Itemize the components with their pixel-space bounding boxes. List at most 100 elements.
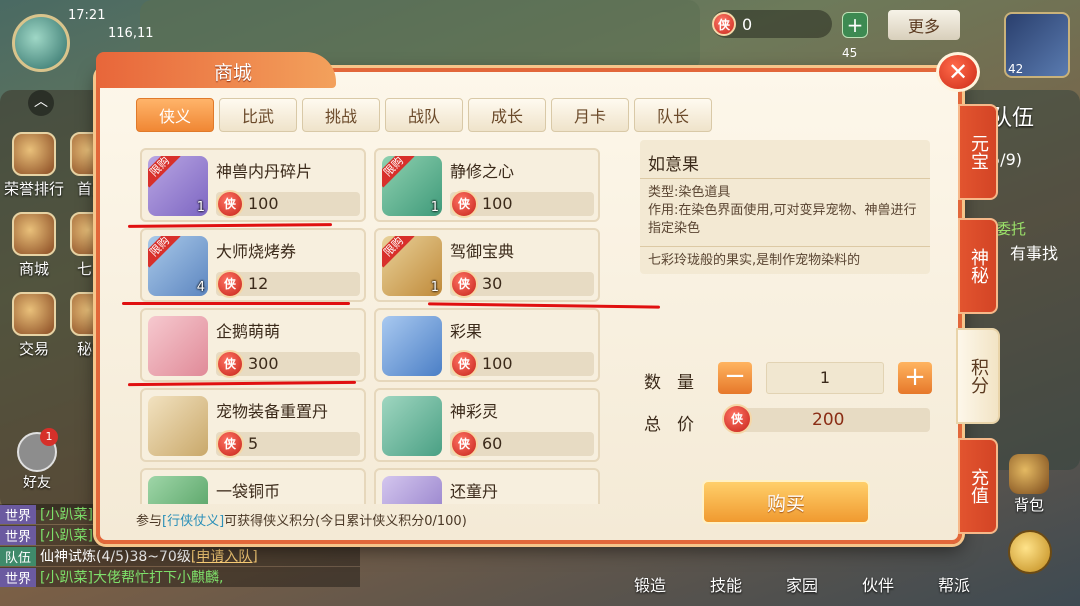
copper-coin-bag-icon [148,476,208,504]
item-price: 5 [248,434,259,453]
shop-icon [12,212,56,256]
tab-duizhang[interactable]: 队长 [634,98,712,132]
divider [640,246,930,247]
points-hint-suffix: 可获得侠义积分(今日累计侠义积分0/100) [224,514,467,529]
tab-chengzhang[interactable]: 成长 [468,98,546,132]
tab-zhandui[interactable]: 战队 [385,98,463,132]
bbq-voucher-icon: 限购 4 [148,236,208,296]
close-button[interactable]: ✕ [936,52,980,92]
chat-text: 仙神试炼(4/5)38~70级 [40,549,191,565]
buy-button[interactable]: 购买 [702,480,870,524]
colorful-fruit-icon [382,316,442,376]
side-item-label: 交易 [18,340,49,358]
chat-line: 队伍 仙神试炼(4/5)38~70级 [申请入队] [0,546,360,566]
nav-home[interactable]: 家园 [786,572,818,596]
tab-xiayi[interactable]: 侠义 [136,98,214,132]
xiayi-token-icon: 侠 [712,12,736,36]
item-quantity: 1 [430,280,439,295]
item-name: 静修之心 [450,162,515,181]
xiayi-token-icon: 侠 [450,350,478,378]
quantity-input[interactable]: 1 [766,362,884,394]
points-hint-prefix: 参与 [136,514,163,529]
divider [640,178,930,179]
item-name: 神彩灵 [450,402,499,421]
item-quantity: 1 [196,200,205,215]
nav-skills[interactable]: 技能 [710,572,742,596]
join-team-link[interactable]: [申请入队] [191,546,258,566]
main-menu-swirl-icon[interactable] [1008,530,1052,574]
xiayi-token-icon: 侠 [216,190,244,218]
side-item-trade[interactable]: 交易 [4,292,64,359]
shop-item[interactable]: 还童丹 [374,468,600,504]
shop-item-grid[interactable]: 限购 1 神兽内丹碎片 侠 100 限购 1 静修之心 侠 100 限购 4 大… [130,142,600,504]
side-tab-mystery[interactable]: 神秘 [958,218,998,314]
shop-title: 商城 [214,62,253,84]
shop-item[interactable]: 限购 1 神兽内丹碎片 侠 100 [140,148,366,222]
player-avatar[interactable] [12,14,70,72]
chat-line: 世界 [小趴菜]大佬帮忙打下小麒麟, [0,567,360,587]
chat-text: [小趴菜]大佬帮忙打下小麒麟, [40,570,224,586]
shop-item[interactable]: 限购 4 大师烧烤券 侠 12 [140,228,366,302]
shop-item[interactable]: 彩果 侠 100 [374,308,600,382]
penguin-pet-icon [148,316,208,376]
nav-forge[interactable]: 锻造 [634,572,666,596]
backpack-icon [1009,454,1049,494]
total-price-value: 200 [812,410,845,430]
shop-item[interactable]: 限购 1 驾御宝典 侠 30 [374,228,600,302]
chat-channel-tag: 队伍 [0,546,37,566]
item-detail-panel: 如意果 类型:染色道具 作用:在染色界面使用,可对变异宠物、神兽进行指定染色 七… [640,140,930,274]
side-tab-yuanbao[interactable]: 元宝 [958,104,998,200]
item-name: 宠物装备重置丹 [216,402,329,421]
abacus-icon [12,292,56,336]
collapse-arrow-icon[interactable]: ︿ [28,90,54,116]
item-price: 12 [248,274,269,293]
side-tab-points[interactable]: 积分 [956,328,1000,424]
detail-type: 类型:染色道具 [648,185,731,200]
increase-quantity-button[interactable]: + [898,362,932,394]
side-tab-recharge[interactable]: 充值 [958,438,998,534]
shop-item[interactable]: 企鹅萌萌 侠 300 [140,308,366,382]
chat-channel-tag: 世界 [0,504,37,524]
pet-level: 45 [842,46,858,60]
tab-tiaozhan[interactable]: 挑战 [302,98,380,132]
shop-tabs: 侠义 比武 挑战 战队 成长 月卡 队长 [136,98,717,132]
item-price: 100 [248,194,279,213]
item-name: 彩果 [450,322,483,341]
item-price: 30 [482,274,503,293]
shop-item[interactable]: 宠物装备重置丹 侠 5 [140,388,366,462]
shop-item[interactable]: 神彩灵 侠 60 [374,388,600,462]
friends-notification-badge: 1 [40,428,58,446]
xiayi-token-icon: 侠 [722,404,752,434]
decrease-quantity-button[interactable]: − [718,362,752,394]
side-item-honor-rank[interactable]: 荣誉排行 [4,132,64,199]
item-quantity: 1 [430,200,439,215]
add-currency-button[interactable]: + [842,12,868,38]
limit-badge: 限购 [382,156,415,188]
detail-description: 七彩玲珑般的果实,是制作宠物染料的 [648,253,861,268]
shop-item[interactable]: 一袋铜币 [140,468,366,504]
item-name: 还童丹 [450,482,499,501]
item-price: 300 [248,354,279,373]
tab-yueka[interactable]: 月卡 [551,98,629,132]
currency-display: 侠 0 [712,10,832,38]
chat-text: [小趴菜] [40,507,93,523]
item-quantity: 4 [196,280,205,295]
riding-manual-icon: 限购 1 [382,236,442,296]
rejuvenation-pill-icon [382,476,442,504]
chat-channel-tag: 世界 [0,525,37,545]
clock-time: 17:21 [68,8,106,23]
xing-xia-zhang-yi-link[interactable]: [行侠仗义] [162,514,224,529]
item-name: 一袋铜币 [216,482,281,501]
xiayi-token-icon: 侠 [450,190,478,218]
item-price: 60 [482,434,503,453]
shop-item[interactable]: 限购 1 静修之心 侠 100 [374,148,600,222]
nav-guild[interactable]: 帮派 [938,572,970,596]
backpack-button[interactable]: 背包 [1004,454,1054,515]
detail-type-and-usage: 类型:染色道具 作用:在染色界面使用,可对变异宠物、神兽进行指定染色 [648,184,924,238]
side-item-label: 荣誉排行 [4,180,65,198]
nav-partners[interactable]: 伙伴 [862,572,894,596]
item-name: 驾御宝典 [450,242,515,261]
more-button[interactable]: 更多 [888,10,960,40]
side-item-shop[interactable]: 商城 [4,212,64,279]
tab-biwu[interactable]: 比武 [219,98,297,132]
